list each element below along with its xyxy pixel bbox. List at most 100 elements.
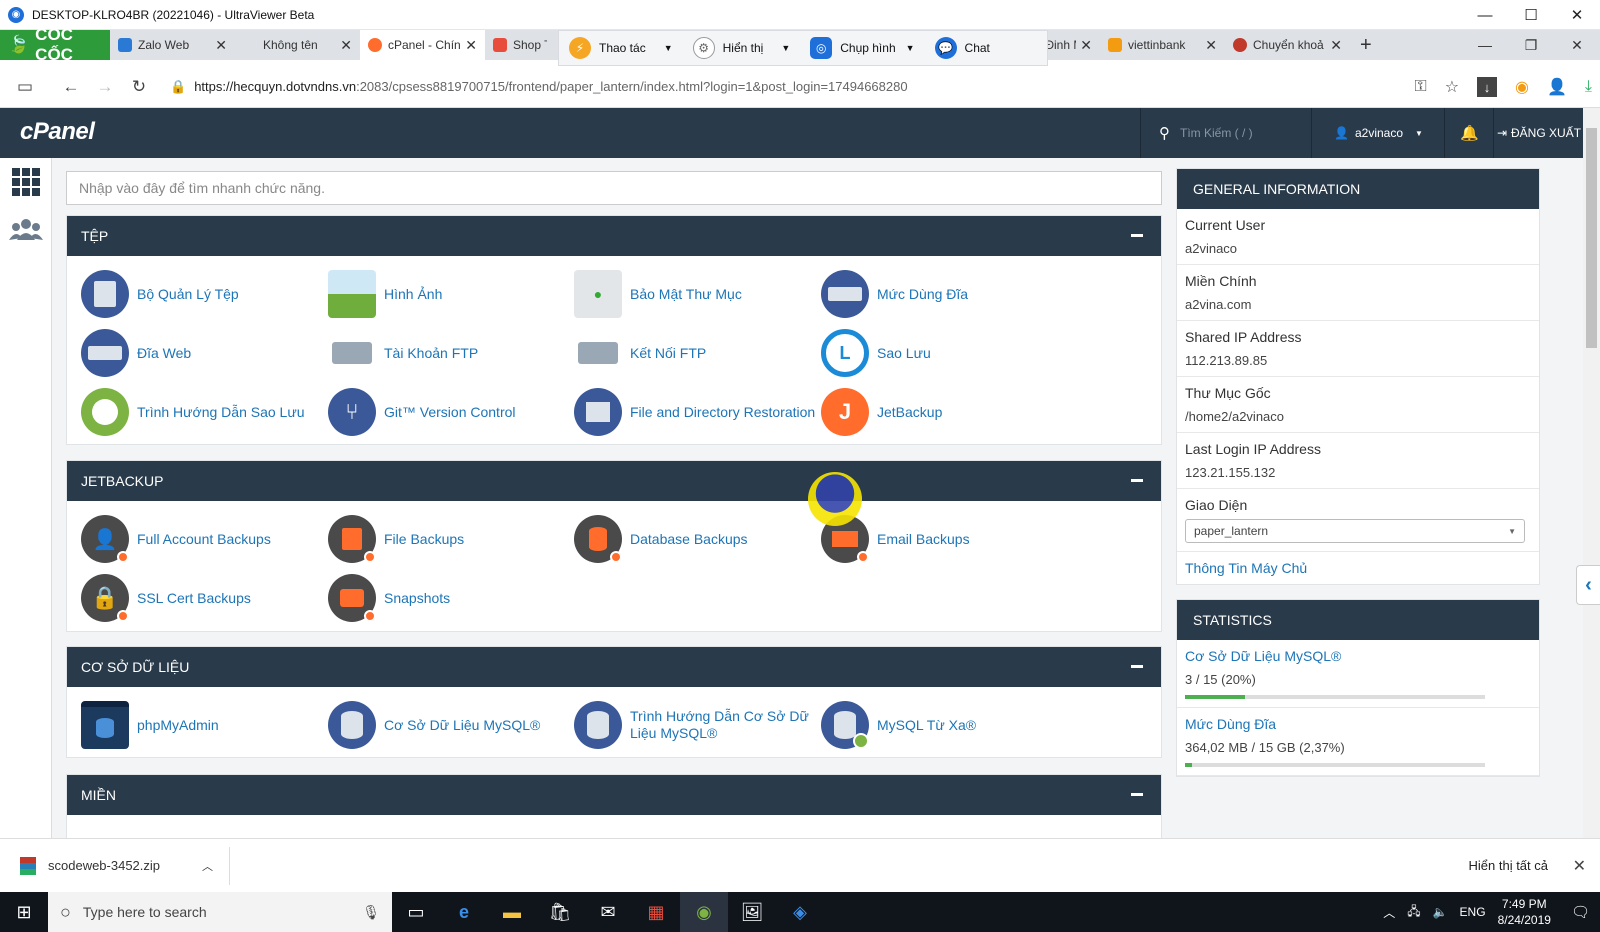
chevron-up-icon[interactable]: ︿ (202, 858, 213, 874)
user-menu[interactable]: 👤 a2vinaco ▼ (1313, 108, 1445, 158)
logout-button[interactable]: ⇥ ĐĂNG XUẤT (1495, 108, 1583, 158)
store-button[interactable]: 🛍 (536, 892, 584, 932)
snapshots-link[interactable]: Snapshots (328, 572, 576, 624)
database-backups-link[interactable]: Database Backups (574, 513, 822, 565)
chevron-up-icon[interactable]: ︿ (1383, 904, 1395, 921)
url-field[interactable]: 🔒 https://hecquyn.dotvndns.vn:2083/cpses… (170, 79, 990, 95)
forward-button[interactable]: → (88, 77, 122, 97)
jetbackup-link[interactable]: J JetBackup (821, 386, 1069, 438)
email-backups-link[interactable]: Email Backups (821, 513, 1069, 565)
close-tab-icon[interactable]: ✕ (340, 37, 352, 54)
key-icon[interactable]: ⚿ (1415, 78, 1427, 96)
close-download-bar-icon[interactable]: ✕ (1573, 856, 1586, 876)
ultraviewer-taskbar-button[interactable]: ◈ (776, 892, 824, 932)
tab-chuyen-khoan[interactable]: Chuyển khoả ✕ (1225, 30, 1350, 60)
cpanel-logo[interactable]: cPanel (20, 118, 95, 146)
close-tab-icon[interactable]: ✕ (1080, 37, 1092, 54)
browser-close-button[interactable]: ✕ (1554, 30, 1600, 60)
extension-icon[interactable]: ◉ (1515, 77, 1529, 97)
tab-zalo[interactable]: Zalo Web ✕ (110, 30, 235, 60)
edge-button[interactable]: e (440, 892, 488, 932)
file-restoration-link[interactable]: File and Directory Restoration (574, 386, 822, 438)
start-button[interactable]: ⊞ (0, 892, 48, 932)
collapse-icon[interactable] (1131, 234, 1143, 237)
mysql-stat-link[interactable]: Cơ Sở Dữ Liệu MySQL® (1185, 648, 1341, 664)
ftp-connections-link[interactable]: Kết Nối FTP (574, 327, 822, 379)
volume-icon[interactable]: 🔈 (1433, 905, 1448, 919)
back-button[interactable]: ← (54, 77, 88, 97)
backup-link[interactable]: L Sao Lưu (821, 327, 1069, 379)
backup-wizard-link[interactable]: Trình Hướng Dẫn Sao Lưu (81, 386, 329, 438)
cpanel-search[interactable]: ⚲ Tìm Kiếm ( / ) (1140, 108, 1312, 158)
close-tab-icon[interactable]: ✕ (215, 37, 227, 54)
web-disk-link[interactable]: Đĩa Web (81, 327, 329, 379)
ftp-accounts-link[interactable]: Tài Khoản FTP (328, 327, 576, 379)
coccoc-logo[interactable]: 🍃 CỐC CỐC (0, 25, 110, 64)
notifications-bell[interactable]: 🔔 (1446, 108, 1494, 158)
chat-button[interactable]: 💬 Chat (925, 30, 1000, 66)
rail-home[interactable] (0, 158, 52, 206)
coccoc-taskbar-button[interactable]: ◉ (680, 892, 728, 932)
language-indicator[interactable]: ENG (1460, 905, 1486, 919)
file-explorer-button[interactable]: ▬ (488, 892, 536, 932)
thao-tac-button[interactable]: ⚡ Thao tác ▼ (559, 30, 683, 66)
tab-shop[interactable]: Shop T (485, 30, 555, 60)
chup-hinh-button[interactable]: ◎ Chụp hình ▼ (800, 30, 924, 66)
full-account-backups-link[interactable]: 👤 Full Account Backups (81, 513, 329, 565)
task-view-button[interactable]: ▭ (392, 892, 440, 932)
domains-panel-header[interactable]: MIỀN (67, 775, 1161, 815)
browser-minimize-button[interactable]: — (1462, 30, 1508, 60)
theme-select[interactable]: paper_lantern (1185, 519, 1525, 543)
clock[interactable]: 7:49 PM 8/24/2019 (1498, 896, 1551, 928)
sidebar-toggle-icon[interactable]: ▭ (8, 77, 42, 97)
quick-search-input[interactable]: Nhập vào đây để tìm nhanh chức năng. (66, 171, 1162, 205)
notification-center-icon[interactable]: 🗨 (1571, 903, 1590, 921)
scrollbar-thumb[interactable] (1586, 128, 1597, 348)
disk-usage-link[interactable]: Mức Dùng Đĩa (821, 268, 1069, 320)
jetbackup-panel-header[interactable]: JETBACKUP (67, 461, 1161, 501)
images-link[interactable]: Hình Ảnh (328, 268, 576, 320)
network-icon[interactable]: 🖧 (1407, 902, 1420, 923)
files-panel-header[interactable]: TỆP (67, 216, 1161, 256)
reload-button[interactable]: ↻ (122, 77, 156, 97)
app-button[interactable]: ▦ (632, 892, 680, 932)
show-all-downloads-button[interactable]: Hiển thị tất cả (1469, 858, 1549, 873)
minimize-button[interactable]: — (1462, 0, 1508, 30)
databases-panel-header[interactable]: CƠ SỞ DỮ LIỆU (67, 647, 1161, 687)
phpmyadmin-link[interactable]: phpMyAdmin (81, 699, 329, 751)
remote-mysql-link[interactable]: MySQL Từ Xa® (821, 699, 1069, 751)
side-collapse-tab[interactable]: ‹ (1576, 565, 1600, 605)
disk-stat-link[interactable]: Mức Dùng Đĩa (1185, 716, 1276, 732)
hien-thi-button[interactable]: ⚙ Hiển thị ▼ (683, 30, 801, 66)
profile-icon[interactable]: 👤 (1547, 77, 1567, 97)
mysql-wizard-link[interactable]: Trình Hướng Dẫn Cơ Sở Dữ Liệu MySQL® (574, 699, 822, 751)
server-info-link[interactable]: Thông Tin Máy Chủ (1185, 560, 1307, 576)
mysql-databases-link[interactable]: Cơ Sở Dữ Liệu MySQL® (328, 699, 576, 751)
maximize-button[interactable]: ☐ (1508, 0, 1554, 30)
download-icon[interactable]: ↓ (1477, 77, 1498, 97)
collapse-icon[interactable] (1131, 793, 1143, 796)
download-arrow-icon[interactable]: ⤓ (1585, 78, 1592, 96)
taskbar-search[interactable]: ○ Type here to search 🎙 (48, 892, 392, 932)
file-manager-link[interactable]: Bộ Quản Lý Tệp (81, 268, 329, 320)
directory-privacy-link[interactable]: ● Bảo Mật Thư Mục (574, 268, 822, 320)
microphone-icon[interactable]: 🎙 (362, 904, 380, 921)
collapse-icon[interactable] (1131, 665, 1143, 668)
browser-restore-button[interactable]: ❐ (1508, 30, 1554, 60)
close-tab-icon[interactable]: ✕ (465, 37, 477, 54)
collapse-icon[interactable] (1131, 479, 1143, 482)
mail-button[interactable]: ✉ (584, 892, 632, 932)
rail-users[interactable] (0, 206, 52, 254)
ssl-cert-backups-link[interactable]: 🔒 SSL Cert Backups (81, 572, 329, 624)
tab-untitled[interactable]: Không tên ✕ (235, 30, 360, 60)
new-tab-button[interactable]: + (1360, 34, 1372, 57)
close-window-button[interactable]: ✕ (1554, 0, 1600, 30)
git-version-control-link[interactable]: ⑂ Git™ Version Control (328, 386, 576, 438)
paint-button[interactable]: 🖼 (728, 892, 776, 932)
download-item[interactable]: scodeweb-3452.zip ︿ (20, 846, 230, 885)
tab-cpanel[interactable]: cPanel - Chín ✕ (360, 30, 485, 60)
file-backups-link[interactable]: File Backups (328, 513, 576, 565)
page-scrollbar[interactable] (1583, 108, 1600, 838)
close-tab-icon[interactable]: ✕ (1330, 37, 1342, 54)
star-icon[interactable]: ☆ (1445, 77, 1459, 97)
